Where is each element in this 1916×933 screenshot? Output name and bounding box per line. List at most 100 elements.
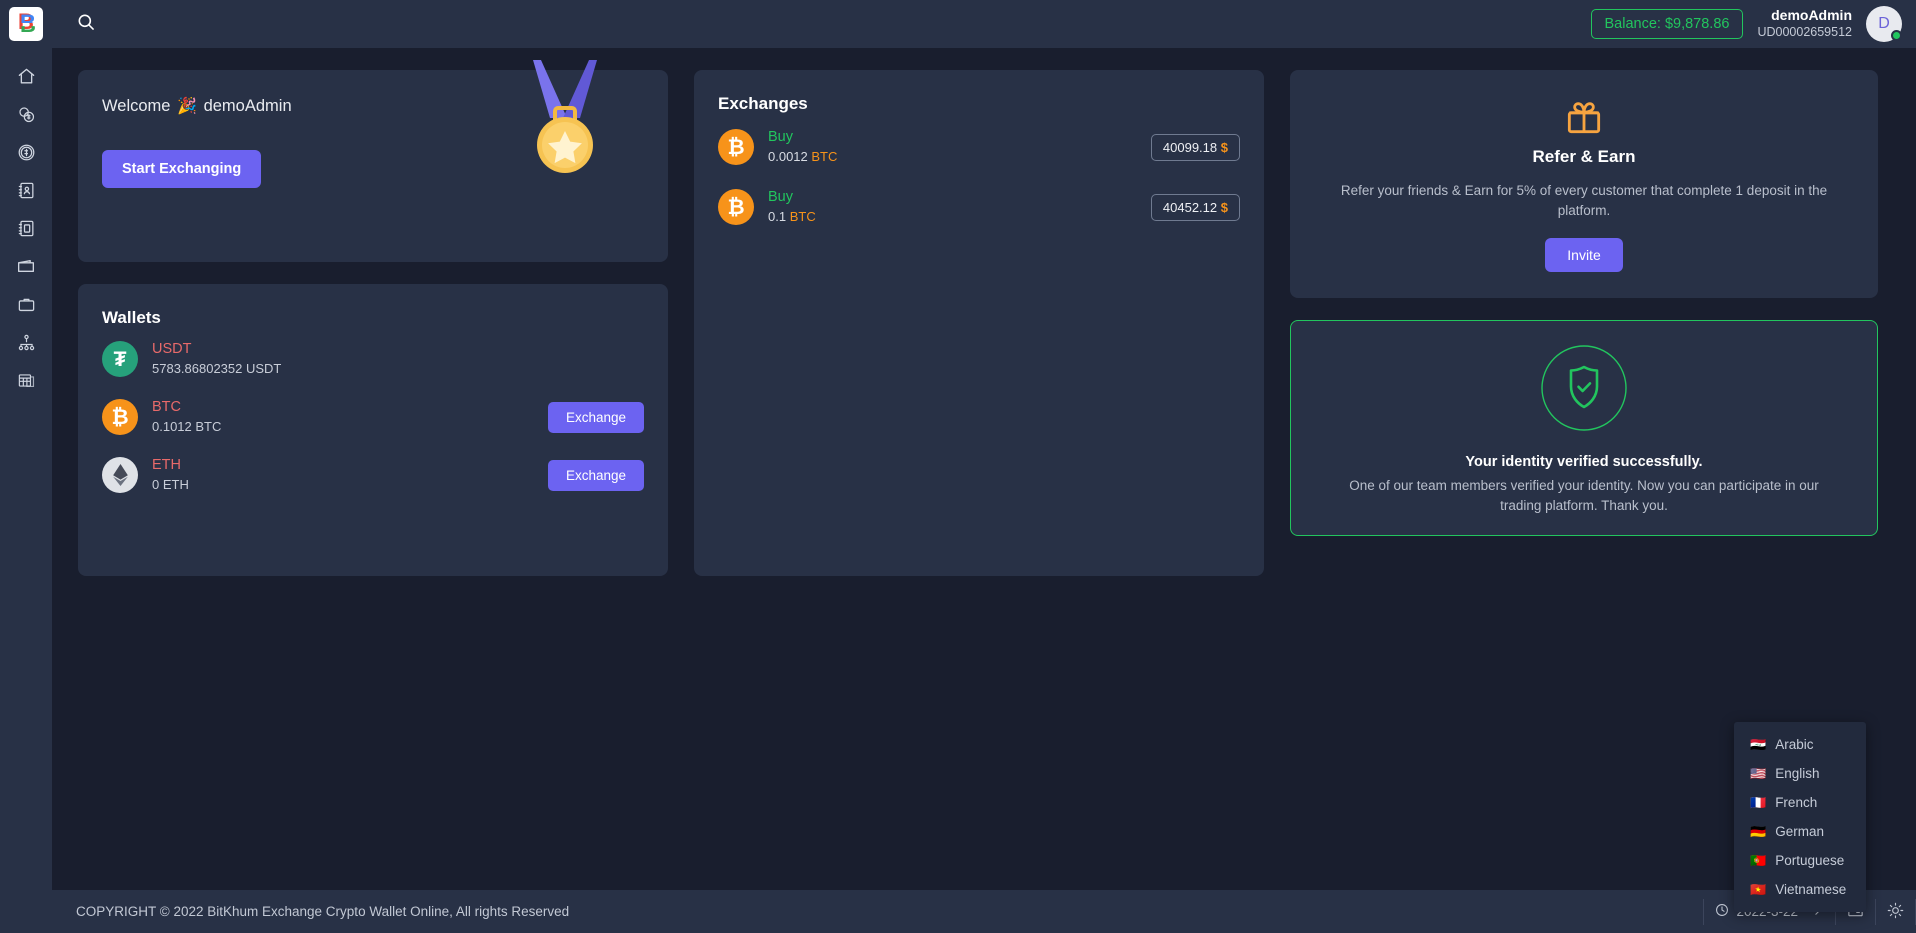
user-info[interactable]: demoAdmin UD00002659512	[1757, 7, 1852, 40]
ethereum-icon	[102, 457, 138, 493]
exchange-ticker: BTC	[789, 209, 816, 225]
exchanges-title: Exchanges	[718, 94, 808, 113]
language-label: Portuguese	[1775, 853, 1845, 868]
balance-badge[interactable]: Balance: $9,878.86	[1590, 9, 1744, 39]
exchange-amount-value: 0.1	[768, 209, 787, 225]
flag-germany-icon: 🇩🇪	[1750, 824, 1767, 839]
wallet-row: ETH 0 ETH Exchange	[102, 448, 644, 502]
theme-toggle-button[interactable]	[1876, 890, 1915, 933]
shield-check-icon	[1541, 345, 1627, 435]
identity-verified-card: Your identity verified successfully. One…	[1290, 320, 1878, 536]
wallet-amount: 0 ETH	[152, 477, 189, 493]
wallet-row: ₮ USDT 5783.86802352 USDT	[102, 332, 644, 386]
exchange-price-badge: 40099.18 $	[1150, 133, 1240, 161]
sidebar-item-coins[interactable]	[0, 95, 52, 133]
flag-vietnam-icon: 🇻🇳	[1750, 882, 1767, 897]
tether-glyph: ₮	[113, 347, 127, 371]
exchanges-card: Exchanges ₿ Buy 0.0012 BTC 40099.18 $ ₿ …	[694, 70, 1264, 576]
sidebar-item-portfolio[interactable]	[0, 285, 52, 323]
wallet-info: BTC 0.1012 BTC	[152, 397, 221, 437]
language-option-english[interactable]: 🇺🇸 English	[1734, 759, 1866, 788]
sitemap-icon	[17, 333, 36, 352]
sun-icon	[1887, 902, 1904, 922]
wallets-card: Wallets ₮ USDT 5783.86802352 USDT ₿ BTC …	[78, 284, 668, 576]
flag-france-icon: 🇫🇷	[1750, 795, 1767, 810]
tether-icon: ₮	[102, 341, 138, 377]
invite-button[interactable]: Invite	[1545, 237, 1623, 272]
exchange-button[interactable]: Exchange	[547, 459, 644, 491]
contact-card-icon	[17, 181, 36, 200]
wallets-title: Wallets	[102, 308, 161, 327]
language-label: German	[1775, 824, 1824, 839]
language-option-french[interactable]: 🇫🇷 French	[1734, 788, 1866, 817]
sidebar-item-accounts[interactable]	[0, 171, 52, 209]
wallet-row: ₿ BTC 0.1012 BTC Exchange	[102, 390, 644, 444]
exchange-price-value: 40099.18	[1162, 139, 1218, 155]
start-exchanging-button[interactable]: Start Exchanging	[102, 150, 262, 188]
exchange-amount: 0.1 BTC	[768, 208, 816, 227]
wallet-symbol: ETH	[152, 457, 181, 474]
brand-logo[interactable]: B B B	[9, 7, 43, 41]
wallet-icon	[16, 256, 36, 276]
language-option-german[interactable]: 🇩🇪 German	[1734, 817, 1866, 846]
exchange-side: Buy	[768, 189, 793, 206]
sidebar-item-records[interactable]	[0, 209, 52, 247]
ethereum-glyph	[112, 464, 128, 486]
exchange-price-badge: 40452.12 $	[1150, 193, 1240, 221]
bitcoin-glyph: ₿	[727, 195, 745, 219]
briefcase-icon	[17, 295, 36, 314]
avatar[interactable]: D	[1866, 6, 1902, 42]
exchange-row: ₿ Buy 0.0012 BTC 40099.18 $	[718, 120, 1240, 174]
wallet-amount: 0.1012 BTC	[152, 419, 222, 435]
wallet-symbol: USDT	[152, 341, 192, 358]
home-icon	[17, 67, 36, 86]
top-header: Balance: $9,878.86 demoAdmin UD000026595…	[52, 0, 1916, 48]
sidebar-item-wallet[interactable]	[0, 247, 52, 285]
identity-verified-title: Your identity verified successfully.	[1465, 454, 1703, 470]
spreadsheet-icon	[17, 371, 36, 390]
exchange-info: Buy 0.1 BTC	[768, 187, 816, 227]
exchange-amount-value: 0.0012	[768, 149, 808, 165]
language-label: French	[1775, 795, 1818, 810]
bitcoin-icon: ₿	[718, 189, 754, 225]
search-button[interactable]	[64, 2, 108, 46]
exchange-info: Buy 0.0012 BTC	[768, 127, 837, 167]
main-content: Welcome 🎉 demoAdmin Start Exchanging Wal…	[52, 48, 1916, 900]
wallet-symbol: BTC	[152, 399, 181, 416]
header-right-group: Balance: $9,878.86 demoAdmin UD000026595…	[1590, 6, 1916, 42]
language-dropdown-menu[interactable]: 🇮🇶 Arabic 🇺🇸 English 🇫🇷 French 🇩🇪 German…	[1734, 722, 1866, 912]
wallets-list: ₮ USDT 5783.86802352 USDT ₿ BTC 0.1012 B…	[102, 332, 644, 502]
language-label: Arabic	[1775, 737, 1814, 752]
sidebar-item-currencies[interactable]	[0, 133, 52, 171]
sidebar-item-reports[interactable]	[0, 361, 52, 399]
online-status-dot	[1891, 30, 1902, 41]
medal-icon	[517, 60, 613, 180]
refer-earn-title: Refer & Earn	[1532, 147, 1636, 166]
user-name: demoAdmin	[1771, 7, 1852, 24]
coins-icon	[17, 105, 36, 124]
flag-portugal-icon: 🇵🇹	[1750, 853, 1767, 868]
exchange-amount: 0.0012 BTC	[768, 148, 837, 167]
dollar-circle-icon	[17, 143, 36, 162]
exchange-price-currency: $	[1220, 139, 1228, 155]
language-option-arabic[interactable]: 🇮🇶 Arabic	[1734, 730, 1866, 759]
language-option-portuguese[interactable]: 🇵🇹 Portuguese	[1734, 846, 1866, 875]
identity-verified-description: One of our team members verified your id…	[1349, 478, 1819, 514]
sidebar-item-home[interactable]	[0, 57, 52, 95]
sidebar: B B B	[0, 0, 52, 933]
flag-usa-icon: 🇺🇸	[1750, 766, 1767, 781]
footer-bar: COPYRIGHT © 2022 BitKhum Exchange Crypto…	[52, 890, 1916, 933]
welcome-greeting: Welcome	[102, 97, 171, 115]
wallet-info: USDT 5783.86802352 USDT	[152, 339, 281, 379]
refer-earn-card: Refer & Earn Refer your friends & Earn f…	[1290, 70, 1878, 298]
party-popper-icon: 🎉	[177, 98, 197, 115]
welcome-username: demoAdmin	[203, 97, 292, 115]
exchange-row: ₿ Buy 0.1 BTC 40452.12 $	[718, 180, 1240, 234]
language-label: Vietnamese	[1775, 882, 1847, 897]
user-id: UD00002659512	[1757, 24, 1852, 39]
exchange-price-value: 40452.12	[1162, 199, 1218, 215]
language-option-vietnamese[interactable]: 🇻🇳 Vietnamese	[1734, 875, 1866, 904]
sidebar-item-network[interactable]	[0, 323, 52, 361]
exchange-button[interactable]: Exchange	[547, 401, 644, 433]
exchange-side: Buy	[768, 129, 793, 146]
